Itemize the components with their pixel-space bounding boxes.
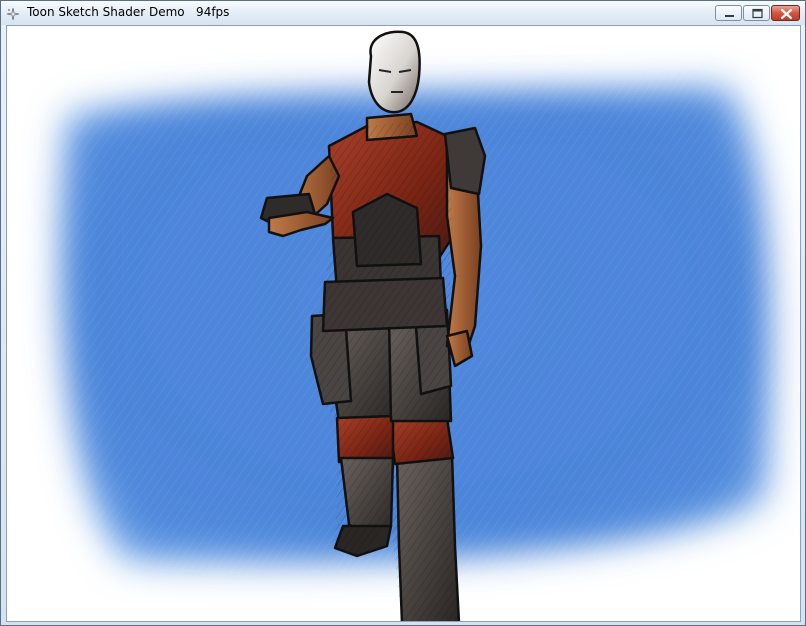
head — [367, 30, 421, 114]
app-window: Toon Sketch Shader Demo 94fps — [0, 0, 806, 626]
sparkle-icon[interactable] — [6, 6, 20, 21]
minimize-button[interactable] — [715, 5, 742, 21]
window-title: Toon Sketch Shader Demo 94fps — [27, 5, 230, 19]
title-bar[interactable]: Toon Sketch Shader Demo 94fps — [1, 1, 805, 25]
toon-scene — [7, 26, 800, 621]
minimize-icon — [725, 15, 734, 17]
close-icon — [780, 8, 793, 20]
render-viewport[interactable] — [6, 25, 801, 622]
maximize-button[interactable] — [743, 5, 770, 21]
close-button[interactable] — [771, 5, 800, 21]
shoulder-pad-right — [443, 126, 487, 196]
maximize-icon — [752, 8, 763, 19]
